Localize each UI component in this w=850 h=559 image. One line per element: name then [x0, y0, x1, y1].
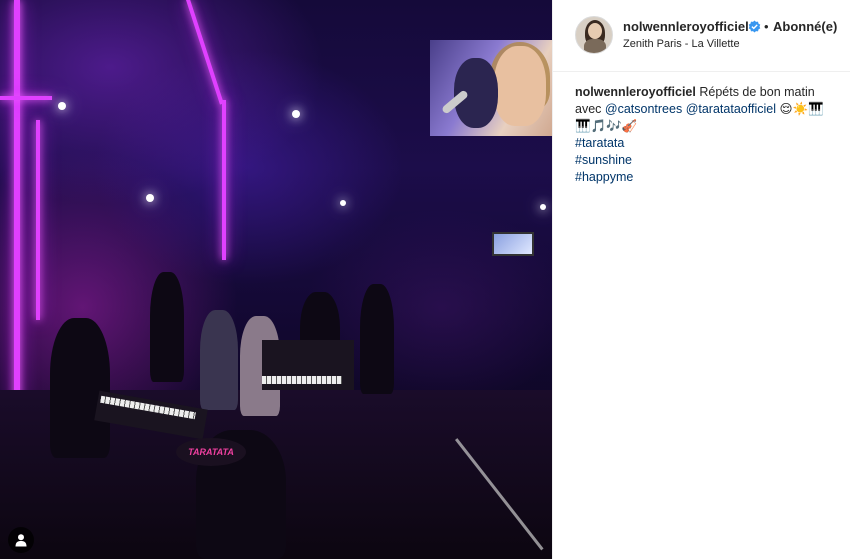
- neon-bar: [186, 0, 224, 105]
- caption-emojis: 🎹🎵🎶🎻: [575, 119, 638, 133]
- stage-light: [340, 200, 346, 206]
- post-side-panel: nolwennleroyofficiel • Abonné(e) Zenith …: [552, 0, 850, 559]
- avatar[interactable]: [575, 16, 613, 54]
- hashtag-link[interactable]: #sunshine: [575, 152, 837, 169]
- post-header: nolwennleroyofficiel • Abonné(e) Zenith …: [553, 0, 850, 72]
- stage-light: [292, 110, 300, 118]
- post-photo[interactable]: TARATATA: [0, 0, 552, 559]
- caption-username[interactable]: nolwennleroyofficiel: [575, 85, 696, 99]
- musician-silhouette: [150, 272, 184, 382]
- musician-silhouette: [200, 310, 238, 410]
- stage-light: [146, 194, 154, 202]
- avatar-figure: [584, 39, 606, 53]
- post-caption: nolwennleroyofficiel Répéts de bon matin…: [575, 84, 837, 186]
- piano-keys: [262, 376, 342, 384]
- neon-bar: [222, 100, 226, 260]
- video-screen: [430, 40, 552, 136]
- username-link[interactable]: nolwennleroyofficiel: [623, 19, 749, 34]
- stage-sign: TARATATA: [176, 438, 246, 466]
- musician-silhouette: [50, 318, 110, 458]
- neon-bar: [0, 96, 52, 100]
- verified-badge-icon: [748, 20, 761, 33]
- hashtag-link[interactable]: #taratata: [575, 135, 837, 152]
- neon-bar: [36, 120, 40, 320]
- caption-text: Répéts de bon matin: [699, 85, 815, 99]
- user-tag-button[interactable]: [8, 527, 34, 553]
- avatar-figure: [588, 23, 602, 39]
- stage-sign-text: TARATATA: [188, 447, 234, 457]
- monitor: [492, 232, 534, 256]
- separator-dot: •: [764, 19, 769, 34]
- musician-silhouette: [360, 284, 394, 394]
- screen-figure: [494, 46, 546, 126]
- stage-light: [540, 204, 546, 210]
- user-tag-icon: [15, 534, 27, 547]
- mention-link[interactable]: @catsontrees: [605, 102, 682, 116]
- follow-button[interactable]: Abonné(e): [773, 19, 837, 34]
- location-link[interactable]: Zenith Paris - La Villette: [623, 38, 740, 50]
- stage-light: [58, 102, 66, 110]
- caption-text: avec: [575, 102, 602, 116]
- hashtag-link[interactable]: #happyme: [575, 169, 837, 186]
- mention-link[interactable]: @taratataofficiel: [686, 102, 776, 116]
- caption-emojis: 😌☀️🎹: [779, 102, 824, 116]
